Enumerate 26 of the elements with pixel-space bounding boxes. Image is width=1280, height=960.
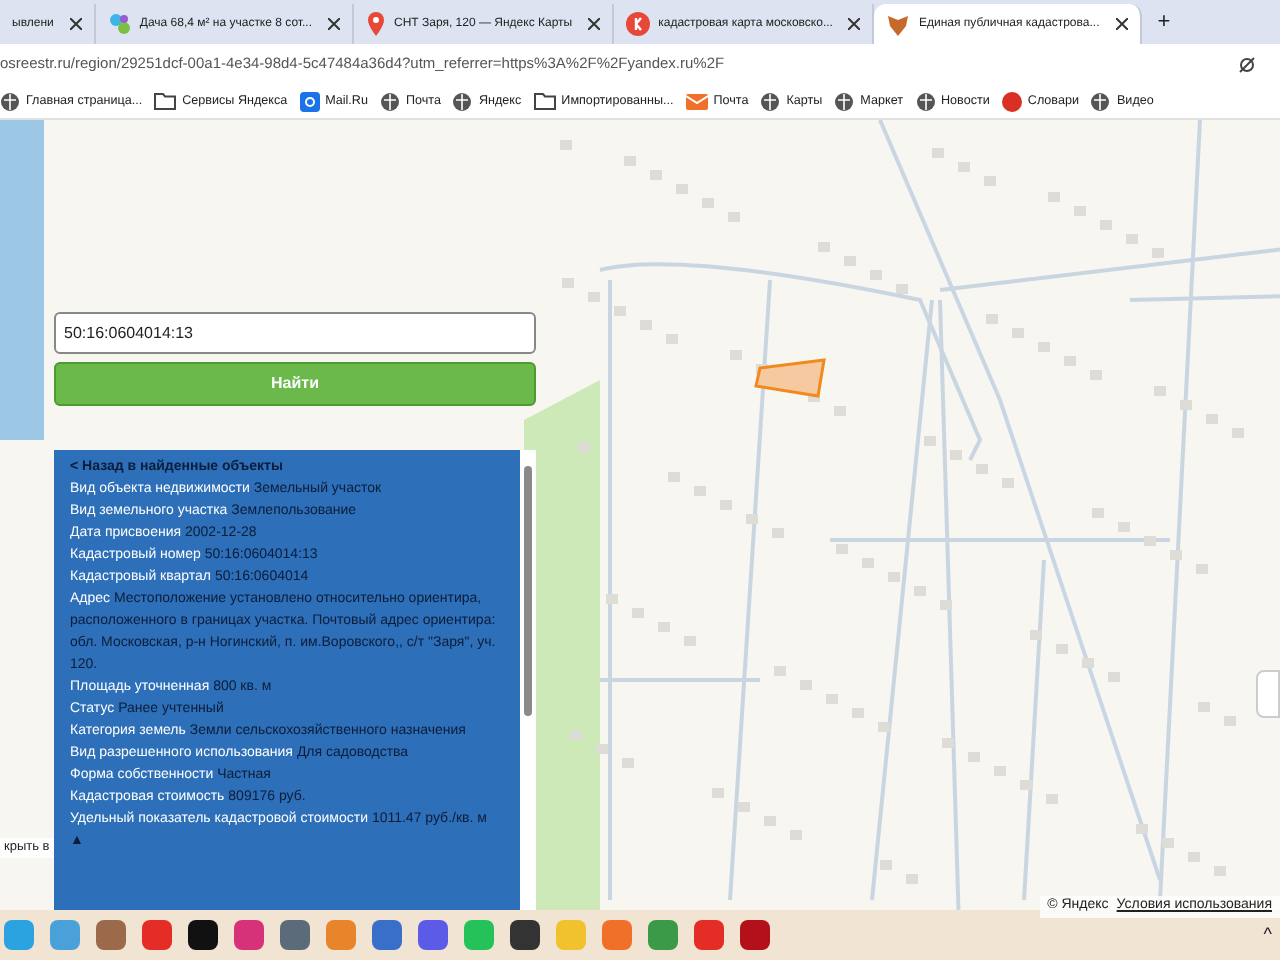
app-icon[interactable] xyxy=(510,920,540,950)
new-tab-button[interactable]: + xyxy=(1141,5,1187,39)
close-icon[interactable] xyxy=(588,18,601,30)
close-icon[interactable] xyxy=(848,18,861,30)
emblem-icon xyxy=(886,12,911,36)
app-icon[interactable] xyxy=(188,920,218,950)
map-pin-icon xyxy=(366,12,386,36)
globe-icon xyxy=(452,91,473,111)
globe-icon xyxy=(760,91,781,111)
tray-caret[interactable]: ^ xyxy=(1263,921,1272,949)
globe-icon xyxy=(834,91,855,111)
envelope-icon xyxy=(685,93,708,109)
globe-icon xyxy=(1090,91,1111,111)
eye-slash-icon[interactable] xyxy=(1238,55,1256,73)
close-icon[interactable] xyxy=(1115,18,1128,30)
round-logo-icon xyxy=(1001,91,1022,111)
scrollbar-thumb[interactable] xyxy=(524,466,532,716)
round-logo-icon xyxy=(626,12,651,36)
globe-icon xyxy=(915,91,935,111)
search-field[interactable]: 50:16:0604014:13 xyxy=(54,312,536,354)
globe-icon xyxy=(379,91,400,111)
folder-icon xyxy=(154,92,177,110)
colored-dots-icon xyxy=(107,12,132,36)
close-icon[interactable] xyxy=(328,18,340,30)
close-icon[interactable] xyxy=(69,18,82,30)
folder-icon xyxy=(533,92,556,110)
